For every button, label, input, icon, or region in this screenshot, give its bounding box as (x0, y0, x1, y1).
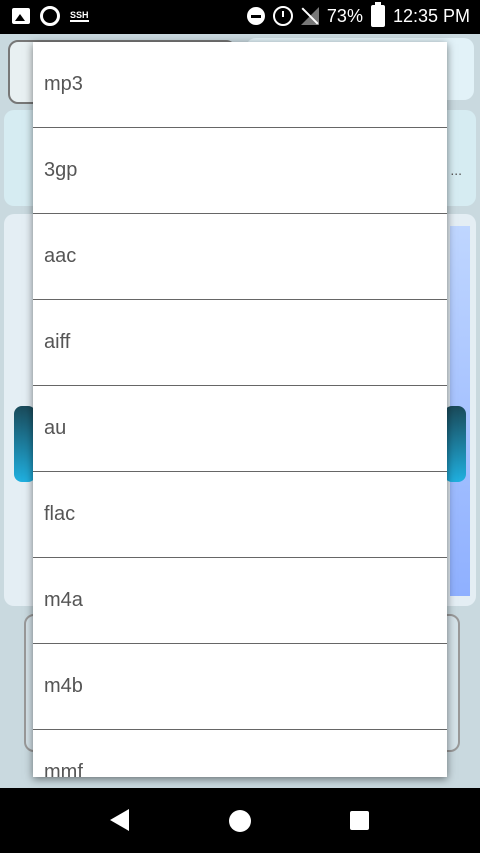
ssh-icon: SSH (70, 10, 89, 22)
back-icon[interactable] (110, 809, 129, 831)
option-3gp[interactable]: 3gp (33, 128, 447, 214)
clock: 12:35 PM (392, 5, 470, 26)
option-au[interactable]: au (33, 386, 447, 472)
option-mmf[interactable]: mmf (33, 730, 447, 777)
ring-icon (40, 6, 60, 26)
option-label: aac (44, 245, 77, 267)
option-aac[interactable]: aac (33, 214, 447, 300)
format-dropdown-list[interactable]: mp3 3gp aac aiff au flac m4a m4b mmf (33, 42, 447, 777)
option-aiff[interactable]: aiff (33, 300, 447, 386)
image-icon (12, 8, 30, 24)
option-m4b[interactable]: m4b (33, 644, 447, 730)
option-label: m4b (44, 675, 83, 697)
no-signal-icon (300, 7, 319, 25)
home-icon[interactable] (229, 810, 251, 832)
option-mp3[interactable]: mp3 (33, 42, 447, 128)
option-flac[interactable]: flac (33, 472, 447, 558)
battery-charging-icon (370, 2, 385, 27)
alarm-icon (272, 6, 293, 26)
status-bar: SSH 73% 12:35 PM (0, 0, 480, 34)
recents-icon[interactable] (350, 811, 369, 830)
option-label: 3gp (44, 159, 78, 181)
option-label: mmf (44, 761, 83, 777)
background-ellipsis: ... (450, 162, 462, 178)
dnd-icon (246, 7, 265, 25)
option-label: flac (44, 503, 76, 525)
battery-percent: 73% (326, 5, 363, 26)
option-label: mp3 (44, 73, 83, 95)
navigation-bar (0, 788, 480, 853)
option-label: au (44, 417, 67, 439)
option-label: aiff (44, 331, 71, 353)
option-m4a[interactable]: m4a (33, 558, 447, 644)
background-right-handle (444, 406, 466, 482)
option-label: m4a (44, 589, 83, 611)
